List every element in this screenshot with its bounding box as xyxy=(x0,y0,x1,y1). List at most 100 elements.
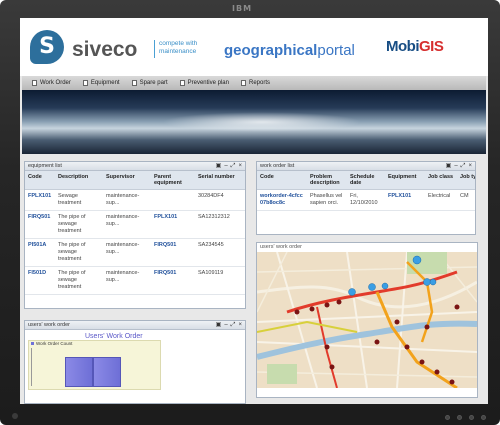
page-icon xyxy=(82,80,88,86)
portal-title-suffix: portal xyxy=(317,42,355,59)
table-cell: The pipe of sewage treatment xyxy=(55,210,103,239)
report-icon xyxy=(240,80,246,86)
panel-title: equipment list xyxy=(28,163,62,169)
table-header-row: Code Description Supervisor Parent equip… xyxy=(25,171,245,190)
table-cell: maintenance-sup... xyxy=(103,238,151,267)
monitor-control-button[interactable] xyxy=(445,415,450,420)
monitor-controls xyxy=(445,415,486,420)
partner-logo: MobiGIS xyxy=(386,38,482,68)
nav-item-spare-part[interactable]: Spare part xyxy=(131,80,168,86)
minimize-icon[interactable]: – xyxy=(224,321,227,330)
sunlight-glow xyxy=(162,112,362,132)
table-cell: Electrical xyxy=(425,189,457,211)
maximize-icon[interactable]: ⤢ xyxy=(231,321,236,330)
panel-header: equipment list ▣ – ⤢ × xyxy=(25,162,245,171)
minimize-icon[interactable]: – xyxy=(224,162,227,171)
table-header-row: Code Problem description Schedule date E… xyxy=(257,171,475,190)
city-map[interactable] xyxy=(257,252,477,388)
equipment-link[interactable]: FPLX101 xyxy=(385,189,425,211)
column-header[interactable]: Description xyxy=(55,171,103,190)
partner-logo-a: Mobi xyxy=(386,38,420,55)
monitor-brand-logo: IBM xyxy=(232,4,253,13)
table-row[interactable]: FI501D The pipe of sewage treatment main… xyxy=(25,266,245,295)
column-header[interactable]: Parent equipment xyxy=(151,171,195,190)
column-header[interactable]: Code xyxy=(257,171,307,190)
parent-equipment-link[interactable]: FIRQ501 xyxy=(151,266,195,295)
screen: S siveco compete with maintenance geogra… xyxy=(20,18,488,404)
monitor-control-button[interactable] xyxy=(469,415,474,420)
maximize-icon[interactable]: ⤢ xyxy=(461,162,466,171)
column-header[interactable]: Code xyxy=(25,171,55,190)
table-row[interactable]: FIRQ501 The pipe of sewage treatment mai… xyxy=(25,210,245,239)
users-work-order-map-panel: users' work order xyxy=(256,242,478,398)
close-icon[interactable]: × xyxy=(468,162,472,171)
monitor-control-button[interactable] xyxy=(481,415,486,420)
equipment-list-panel: equipment list ▣ – ⤢ × Code Description … xyxy=(24,161,246,309)
table-cell: The pipe of sewage treatment xyxy=(55,266,103,295)
users-work-order-chart-panel: users' work order ▣ – ⤢ × Users' Work Or… xyxy=(24,320,246,404)
nav-item-preventive-plan[interactable]: Preventive plan xyxy=(179,80,229,86)
close-icon[interactable]: × xyxy=(238,162,242,171)
partner-logo-b: GIS xyxy=(419,38,444,55)
nav-item-label: Spare part xyxy=(139,80,168,86)
nav-item-work-order[interactable]: Work Order xyxy=(32,80,71,86)
page-icon xyxy=(179,80,185,86)
column-header[interactable]: Equipment xyxy=(385,171,425,190)
chart-y-axis xyxy=(31,348,32,386)
column-header[interactable]: Job typ xyxy=(457,171,475,190)
table-row[interactable]: workorder-4cfcc07b8oc8c Phasellus vel sa… xyxy=(257,189,475,211)
chart-bar xyxy=(93,357,121,387)
table-cell: Sewage treatment xyxy=(55,189,103,211)
portal-title-prefix: geographical xyxy=(224,42,318,59)
parent-equipment-link[interactable]: FIRQ501 xyxy=(151,238,195,267)
table-cell: SA234545 xyxy=(195,238,245,267)
minimize-icon[interactable]: – xyxy=(454,162,457,171)
portal-title: geographicalportal xyxy=(224,42,355,59)
portal-header: S siveco compete with maintenance geogra… xyxy=(20,18,488,76)
nav-item-reports[interactable]: Reports xyxy=(240,80,270,86)
column-header[interactable]: Serial number xyxy=(195,171,245,190)
equipment-table: Code Description Supervisor Parent equip… xyxy=(25,171,245,295)
brand-tagline: compete with maintenance xyxy=(159,40,198,55)
equipment-code-link[interactable]: FI501D xyxy=(25,266,55,295)
edit-icon[interactable]: ▣ xyxy=(216,162,222,171)
page-icon xyxy=(131,80,137,86)
edit-icon[interactable]: ▣ xyxy=(446,162,452,171)
panel-title: users' work order xyxy=(28,322,71,328)
close-icon[interactable]: × xyxy=(238,321,242,330)
column-header[interactable]: Problem description xyxy=(307,171,347,190)
table-cell: maintenance-sup... xyxy=(103,189,151,211)
equipment-code-link[interactable]: PI501A xyxy=(25,238,55,267)
monitor-control-button[interactable] xyxy=(457,415,462,420)
parent-equipment-link[interactable] xyxy=(151,189,195,211)
nav-item-equipment[interactable]: Equipment xyxy=(82,80,120,86)
table-row[interactable]: FPLX101 Sewage treatment maintenance-sup… xyxy=(25,189,245,211)
table-cell: 30284DF4 xyxy=(195,189,245,211)
power-button[interactable] xyxy=(12,413,18,419)
maximize-icon[interactable]: ⤢ xyxy=(231,162,236,171)
work-order-table: Code Problem description Schedule date E… xyxy=(257,171,475,211)
work-order-list-panel: work order list ▣ – ⤢ × Code Problem des… xyxy=(256,161,476,235)
table-cell: SA12312312 xyxy=(195,210,245,239)
column-header[interactable]: Schedule date xyxy=(347,171,385,190)
chart-title: Users' Work Order xyxy=(85,333,143,340)
table-cell: SA109119 xyxy=(195,266,245,295)
panel-tools: ▣ – ⤢ × xyxy=(446,162,472,171)
table-cell: Fri, 12/10/2010 xyxy=(347,189,385,211)
panel-header: work order list ▣ – ⤢ × xyxy=(257,162,475,171)
earth-horizon-banner xyxy=(22,90,486,154)
equipment-code-link[interactable]: FIRQ501 xyxy=(25,210,55,239)
nav-item-label: Preventive plan xyxy=(187,80,229,86)
parent-equipment-link[interactable]: FPLX101 xyxy=(151,210,195,239)
column-header[interactable]: Job class xyxy=(425,171,457,190)
column-header[interactable]: Supervisor xyxy=(103,171,151,190)
work-order-code-link[interactable]: workorder-4cfcc07b8oc8c xyxy=(257,189,307,211)
edit-icon[interactable]: ▣ xyxy=(216,321,222,330)
panel-tools: ▣ – ⤢ × xyxy=(216,321,242,330)
panel-title: users' work order xyxy=(260,244,303,250)
table-row[interactable]: PI501A The pipe of sewage treatment main… xyxy=(25,238,245,267)
siveco-logo-icon: S xyxy=(30,30,64,64)
chart-bar xyxy=(65,357,93,387)
equipment-code-link[interactable]: FPLX101 xyxy=(25,189,55,211)
legend-swatch xyxy=(31,342,34,345)
